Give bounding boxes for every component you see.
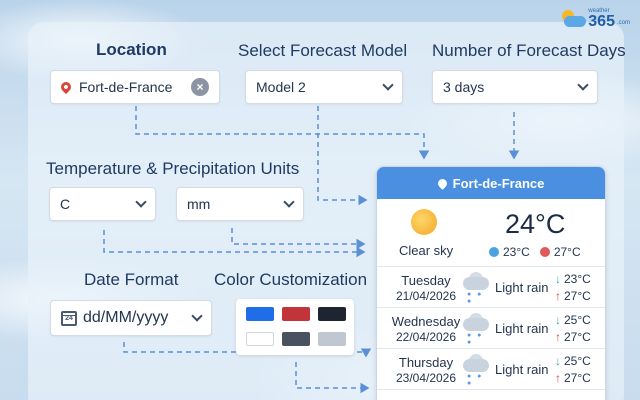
- model-label: Select Forecast Model: [238, 41, 408, 60]
- forecast-date: 21/04/2026: [395, 289, 457, 303]
- forecast-date: 23/04/2026: [395, 371, 457, 385]
- color-swatch-light-gray[interactable]: [318, 332, 346, 346]
- current-min: 23°C: [503, 245, 530, 259]
- date-format-value: dd/MM/yyyy: [83, 309, 169, 326]
- arrow-down-icon: ↓: [555, 354, 561, 368]
- current-min-max: 23°C 27°C: [489, 245, 581, 259]
- forecast-min: ↓ 25°C: [555, 313, 591, 327]
- forecast-day: Wednesday: [391, 314, 461, 329]
- current-temperature: 24°C: [505, 209, 566, 239]
- color-swatch-white[interactable]: [246, 332, 274, 346]
- date-format-label: Date Format: [84, 270, 179, 289]
- forecast-row: Wednesday 22/04/2026 ● ● ● Light rain ↓ 2…: [377, 308, 605, 349]
- units-label: Temperature & Precipitation Units: [46, 159, 300, 178]
- weather-widget-preview: Fort-de-France Clear sky 24°C 23°C 27°C …: [376, 166, 606, 400]
- arrow-up-icon: ↑: [555, 289, 561, 303]
- forecast-day: Thursday: [398, 355, 454, 370]
- temperature-unit-select[interactable]: C: [49, 187, 156, 221]
- date-format-select[interactable]: 24 dd/MM/yyyy: [50, 300, 212, 336]
- map-pin-icon: [58, 79, 74, 95]
- location-value: Fort-de-France: [79, 79, 173, 95]
- forecast-max: ↑ 27°C: [555, 330, 591, 344]
- color-swatch-dark-gray[interactable]: [282, 332, 310, 346]
- forecast-date: 22/04/2026: [395, 330, 457, 344]
- chevron-down-icon: [135, 196, 147, 208]
- widget-header: Fort-de-France: [377, 167, 605, 199]
- sun-icon: [411, 209, 437, 235]
- color-customization-label: Color Customization: [214, 270, 368, 289]
- rain-cloud-icon: ● ● ●: [463, 313, 491, 346]
- chevron-down-icon: [577, 79, 589, 91]
- forecast-min: ↓ 25°C: [555, 354, 591, 368]
- days-select[interactable]: 3 days: [432, 70, 598, 104]
- forecast-max: ↑ 27°C: [555, 371, 591, 385]
- forecast-condition: Light rain: [495, 362, 549, 377]
- clear-icon[interactable]: ×: [191, 78, 209, 96]
- arrow-down-icon: ↓: [555, 272, 561, 286]
- forecast-day: Tuesday: [401, 273, 451, 288]
- color-swatch-blue[interactable]: [246, 307, 274, 321]
- location-label: Location: [96, 40, 167, 59]
- current-condition: Clear sky: [399, 243, 454, 258]
- calendar-icon: 24: [61, 310, 77, 326]
- current-weather: Clear sky 24°C 23°C 27°C: [377, 199, 605, 267]
- arrow-up-icon: ↑: [555, 371, 561, 385]
- chevron-down-icon: [283, 196, 295, 208]
- chevron-down-icon: [382, 79, 394, 91]
- forecast-condition: Light rain: [495, 280, 549, 295]
- location-input[interactable]: Fort-de-France ×: [50, 70, 220, 104]
- precipitation-unit-select[interactable]: mm: [176, 187, 304, 221]
- arrow-down-icon: ↓: [555, 313, 561, 327]
- color-swatch-black[interactable]: [318, 307, 346, 321]
- color-swatch-red[interactable]: [282, 307, 310, 321]
- temperature-unit-value: C: [60, 196, 71, 212]
- chevron-down-icon: [191, 310, 203, 322]
- map-pin-icon: [435, 176, 449, 190]
- min-dot-icon: [489, 247, 499, 257]
- days-value: 3 days: [443, 79, 485, 95]
- max-dot-icon: [539, 247, 550, 257]
- forecast-row: Tuesday 21/04/2026 ● ● ● Light rain ↓ 23°…: [377, 267, 605, 308]
- forecast-min: ↓ 23°C: [555, 272, 591, 286]
- days-label: Number of Forecast Days: [432, 41, 626, 60]
- arrow-up-icon: ↑: [555, 330, 561, 344]
- precipitation-unit-value: mm: [187, 196, 211, 212]
- forecast-row: Thursday 23/04/2026 ● ● ● Light rain ↓ 25…: [377, 349, 605, 390]
- current-max: 27°C: [553, 245, 581, 259]
- color-swatch-picker: [236, 299, 354, 355]
- rain-cloud-icon: ● ● ●: [463, 354, 491, 387]
- forecast-max: ↑ 27°C: [555, 289, 591, 303]
- widget-location: Fort-de-France: [452, 175, 545, 191]
- model-select[interactable]: Model 2: [245, 70, 403, 104]
- rain-cloud-icon: ● ● ●: [463, 272, 491, 305]
- forecast-condition: Light rain: [495, 321, 549, 336]
- model-value: Model 2: [256, 79, 306, 95]
